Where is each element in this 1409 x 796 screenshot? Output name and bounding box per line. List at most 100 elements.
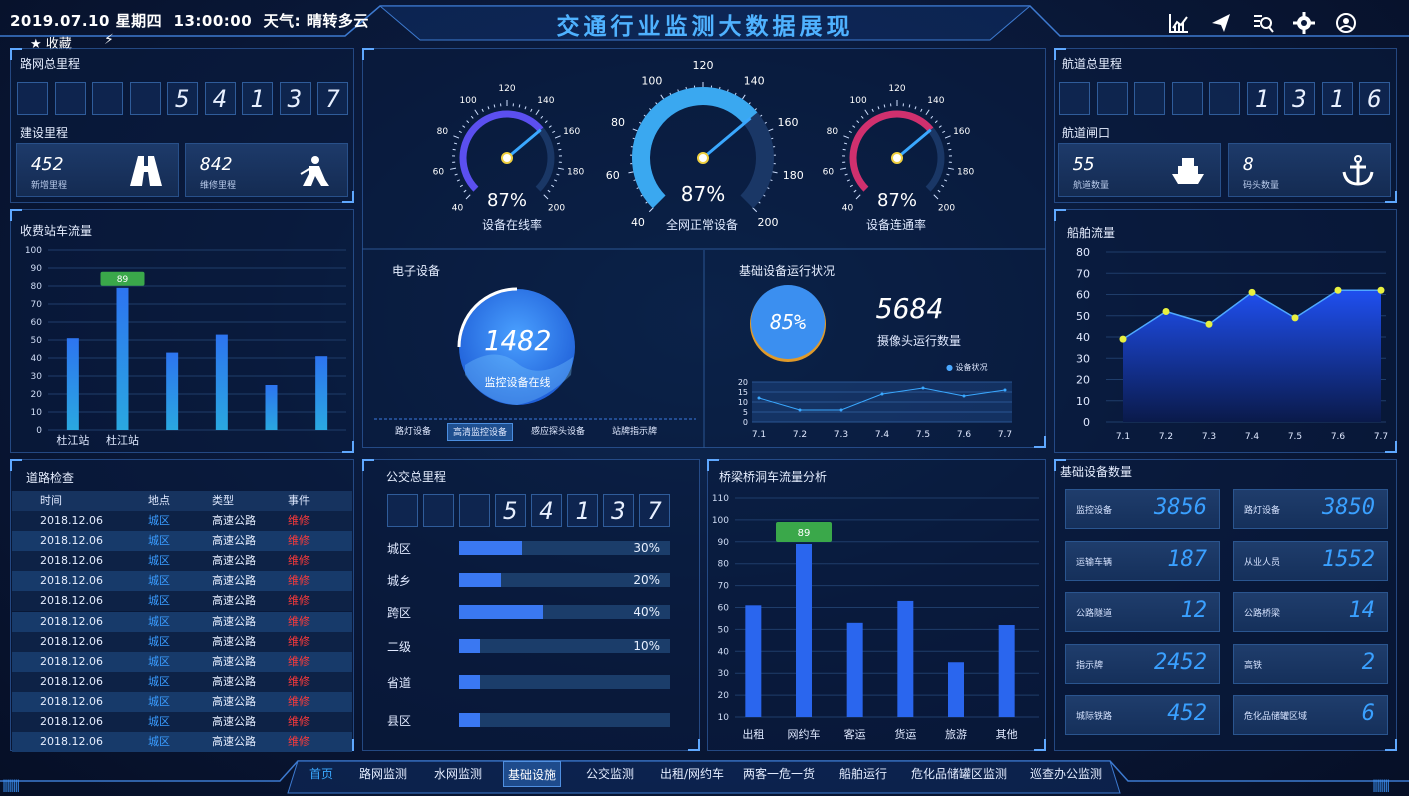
x-tick-label: 客运 [844, 727, 866, 741]
table-row[interactable]: 2018.12.06 城区 高速公路 维修 [12, 511, 352, 531]
gauge-tick [544, 120, 548, 124]
tab-2[interactable]: 感应探头设备 [526, 423, 590, 441]
table-row[interactable]: 2018.12.06 城区 高速公路 维修 [12, 631, 352, 652]
cell-time: 2018.12.06 [40, 694, 103, 708]
divider-vertical [703, 250, 705, 448]
bridge-bar[interactable] [796, 543, 812, 717]
y-tick-label: 15 [738, 388, 748, 397]
gauge-value: 87% [681, 182, 725, 206]
toll-bar[interactable] [166, 352, 179, 430]
base-count-label: 指示牌 [1076, 660, 1104, 671]
gauge-needle [506, 128, 542, 160]
gauge-connect-label: 设备连通率 [865, 218, 926, 232]
toll-bar[interactable] [315, 356, 328, 430]
base-count-card: 公路隧道 12 [1065, 592, 1220, 632]
table-row[interactable]: 2018.12.06 城区 高速公路 维修 [12, 591, 352, 612]
infra-point[interactable] [880, 392, 884, 396]
tab-1[interactable]: 高清监控设备 [447, 423, 514, 441]
nav-item-2[interactable]: 水网监测 [425, 761, 491, 787]
nav-item-6[interactable]: 两客一危一货 [736, 761, 822, 787]
gauge-tick [487, 106, 490, 110]
gauge-fill [459, 110, 544, 192]
nav-item-9[interactable]: 巡查办公监测 [1022, 761, 1110, 787]
gauge-tick [908, 104, 911, 108]
base-count-value: 6 [1361, 701, 1375, 726]
nav-item-8[interactable]: 危化品储罐区监测 [903, 761, 1015, 787]
base-count-value: 2 [1361, 649, 1375, 675]
new-mileage-label: 新增里程 [31, 181, 68, 191]
x-tick-label: 网约车 [788, 727, 821, 741]
ship-point[interactable] [1119, 335, 1127, 343]
cell-event: 维修 [288, 674, 310, 688]
x-tick-label: 7.2 [793, 430, 807, 440]
toll-bar[interactable] [265, 385, 278, 430]
bus-row-label: 城乡 [387, 574, 412, 588]
nav-item-3[interactable]: 基础设施 [503, 761, 561, 787]
toll-bar[interactable] [215, 334, 228, 430]
x-tick-label: 7.1 [1116, 432, 1130, 442]
lightning-icon[interactable]: ⚡ [104, 32, 114, 48]
digit-box [459, 494, 490, 527]
table-row[interactable]: 2018.12.06 城区 高速公路 维修 [12, 691, 352, 712]
ship-point[interactable] [1291, 314, 1299, 322]
bridge-bar[interactable] [948, 662, 964, 717]
ship-point[interactable] [1334, 286, 1342, 294]
tab-0[interactable]: 路灯设备 [390, 423, 436, 441]
table-row[interactable]: 2018.12.06 城区 高速公路 维修 [12, 732, 352, 753]
chart-icon[interactable] [1168, 12, 1190, 34]
settings-icon[interactable] [1293, 12, 1315, 34]
header-type: 类型 [212, 494, 234, 507]
cell-time: 2018.12.06 [40, 654, 103, 668]
nav-item-1[interactable]: 路网监测 [350, 761, 416, 787]
base-count-label: 路灯设备 [1244, 506, 1281, 516]
nav-item-4[interactable]: 公交监测 [577, 761, 643, 787]
table-row[interactable]: 2018.12.06 城区 高速公路 维修 [12, 571, 352, 592]
infra-point[interactable] [1003, 388, 1007, 392]
tab-3[interactable]: 站牌指示牌 [607, 423, 662, 441]
table-row[interactable]: 2018.12.06 城区 高速公路 维修 [12, 551, 352, 572]
table-row[interactable]: 2018.12.06 城区 高速公路 维修 [12, 671, 352, 692]
digit-box: 1 [1321, 82, 1353, 115]
search-icon[interactable] [1252, 12, 1274, 34]
gauge-tick [860, 115, 864, 119]
nav-item-5[interactable]: 出租/网约车 [652, 761, 732, 787]
y-tick-label: 40 [1076, 331, 1090, 344]
cell-type: 高速公路 [212, 654, 256, 668]
toll-bar[interactable] [66, 338, 79, 430]
cell-type: 高速公路 [212, 534, 256, 548]
bridge-bar[interactable] [846, 622, 863, 717]
bridge-bar[interactable] [897, 600, 914, 717]
base-count-card: 运输车辆 187 [1065, 540, 1220, 581]
infra-point[interactable] [962, 394, 966, 398]
table-row[interactable]: 2018.12.06 城区 高速公路 维修 [12, 712, 352, 732]
cell-place: 城区 [148, 654, 170, 668]
gauge-tick-label: 60 [606, 169, 620, 182]
table-row[interactable]: 2018.12.06 城区 高速公路 维修 [12, 611, 352, 632]
table-row[interactable]: 2018.12.06 城区 高速公路 维修 [12, 651, 352, 672]
gauge-tick-label: 140 [744, 75, 765, 88]
toll-bar[interactable] [116, 287, 129, 430]
infra-point[interactable] [839, 408, 843, 412]
digit-box [1134, 82, 1165, 115]
ship-point[interactable] [1205, 320, 1213, 328]
ship-chart: 0 10 20 30 40 50 60 70 80 7.1 7.2 7.3 7.4 7.5 7.6 7.7 [1076, 246, 1388, 442]
infra-point[interactable] [921, 386, 925, 390]
nav-item-0[interactable]: 首页 [300, 761, 342, 787]
ship-point[interactable] [1248, 288, 1256, 296]
digit-box: 4 [204, 82, 236, 115]
send-icon[interactable] [1210, 12, 1232, 34]
user-icon[interactable] [1335, 12, 1357, 34]
infra-point[interactable] [757, 396, 761, 400]
ship-point[interactable] [1377, 286, 1385, 294]
bridge-bar[interactable] [998, 625, 1015, 717]
base-count-value: 14 [1348, 598, 1376, 623]
y-tick-label: 10 [738, 398, 748, 407]
bridge-bar[interactable] [745, 605, 762, 717]
infra-point[interactable] [798, 408, 802, 412]
ship-point[interactable] [1162, 308, 1170, 315]
nav-item-7[interactable]: 船舶运行 [830, 761, 896, 787]
cell-place: 城区 [148, 614, 170, 628]
base-count-card: 城际铁路 452 [1065, 695, 1220, 735]
cell-time: 2018.12.06 [40, 735, 103, 749]
table-row[interactable]: 2018.12.06 城区 高速公路 维修 [12, 531, 352, 552]
